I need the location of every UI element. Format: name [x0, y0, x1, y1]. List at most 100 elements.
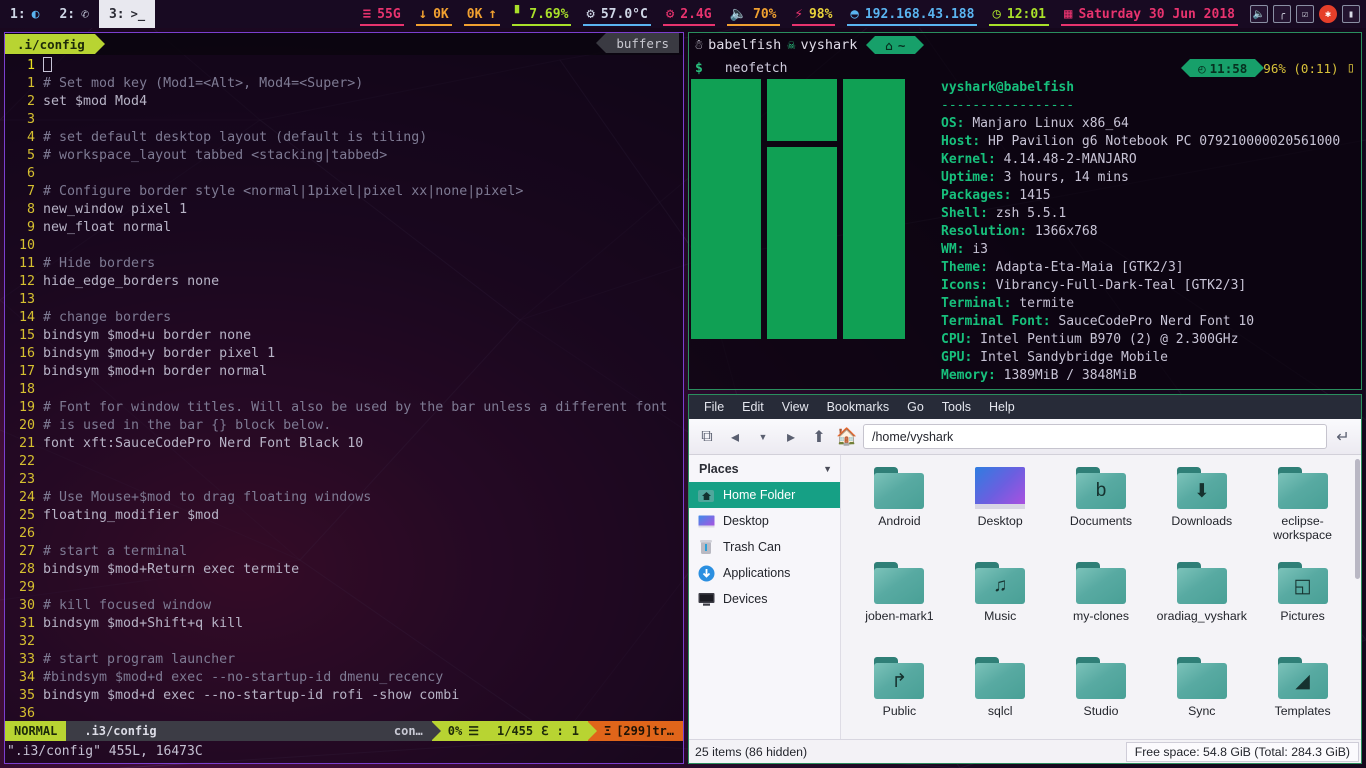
file-item[interactable]: joben-mark1	[849, 556, 950, 651]
line-icon: ℇ	[541, 724, 548, 738]
neofetch-colon: :	[980, 260, 996, 275]
neofetch-colon: :	[1019, 224, 1035, 239]
file-item[interactable]: my-clones	[1051, 556, 1152, 651]
neofetch-value: Adapta-Eta-Maia [GTK2/3]	[996, 260, 1184, 275]
vim-line-number: 6	[5, 165, 35, 183]
tray-volume-icon[interactable]: 🔈	[1250, 5, 1268, 23]
tray-clipboard-icon[interactable]: ☑	[1296, 5, 1314, 23]
menu-item-file[interactable]: File	[695, 397, 733, 417]
place-item-home-folder[interactable]: Home Folder	[689, 482, 840, 508]
places-header[interactable]: Places ▼	[689, 455, 840, 482]
net-down-underline	[416, 24, 452, 26]
menu-item-go[interactable]: Go	[898, 397, 933, 417]
workspace-button-1[interactable]: 1: ◐	[0, 0, 49, 28]
place-item-applications[interactable]: Applications	[689, 560, 840, 586]
vim-line-number: 20	[5, 417, 35, 435]
vim-filename-segment: .i3/config	[66, 721, 385, 741]
vim-line: 29	[5, 579, 683, 597]
file-manager-window[interactable]: File Edit View Bookmarks Go Tools Help ⧉ ◂ ▼ ▸…	[688, 394, 1362, 764]
file-item[interactable]: sqlcl	[950, 651, 1051, 739]
menu-item-help[interactable]: Help	[980, 397, 1024, 417]
workspace-button-2[interactable]: 2: ✆	[49, 0, 98, 28]
terminal-command-line[interactable]: $ neofetch ◴ 11:58 96% (0:11) ▯	[689, 57, 1361, 79]
folder-icon	[1076, 657, 1126, 699]
terminal-command: neofetch	[725, 61, 788, 76]
database-icon: ≡	[363, 7, 371, 21]
vim-line-text: # set default desktop layout (default is…	[43, 129, 427, 147]
status-block-date[interactable]: ▦ Saturday 30 Jun 2018	[1055, 0, 1244, 28]
place-item-trash-can[interactable]: Trash Can	[689, 534, 840, 560]
status-block-cpu[interactable]: ⚙ 2.4G	[657, 0, 721, 28]
file-item[interactable]: Studio	[1051, 651, 1152, 739]
vim-tab-config[interactable]: .i/config	[5, 34, 95, 54]
date-underline	[1061, 24, 1238, 26]
terminal-window[interactable]: ☃ babelfish ☠ vyshark ⌂ ~ $ neofetch ◴ 1…	[688, 32, 1362, 390]
places-list: Home Folder Desktop Trash Can Applications D…	[689, 482, 840, 612]
vim-line: 1 # Set mod key (Mod1=<Alt>, Mod4=<Super>…	[5, 75, 683, 93]
vim-command-line[interactable]: ".i3/config" 455L, 16473C	[5, 743, 683, 761]
neofetch-key: Memory	[941, 368, 988, 383]
file-grid[interactable]: Android Desktop ὜b Documents ⬇ Downloads eclip…	[841, 455, 1361, 739]
file-grid-scrollbar[interactable]	[1355, 459, 1360, 579]
place-item-devices[interactable]: Devices	[689, 586, 840, 612]
menu-item-view[interactable]: View	[773, 397, 818, 417]
workspace-1-label: 1:	[10, 7, 26, 22]
forward-icon[interactable]: ▸	[779, 425, 803, 449]
status-block-memory[interactable]: ▘ 7.69%	[506, 0, 578, 28]
net-up-underline	[464, 24, 500, 26]
file-item[interactable]: oradiag_vyshark	[1151, 556, 1252, 651]
new-tab-icon[interactable]: ⧉	[695, 425, 719, 449]
file-item[interactable]: eclipse-workspace	[1252, 461, 1353, 556]
file-item[interactable]: ⬇ Downloads	[1151, 461, 1252, 556]
vim-line-number: 24	[5, 489, 35, 507]
vim-line-number: 35	[5, 687, 35, 705]
home-icon[interactable]: 🏠	[835, 425, 859, 449]
status-block-temperature[interactable]: ⚙ 57.0°C	[577, 0, 656, 28]
status-block-net-down[interactable]: ↓ 0K	[410, 0, 458, 28]
vim-window[interactable]: .i/config buffers 1 1 # Set mod key (Mod1…	[4, 32, 684, 764]
back-icon[interactable]: ◂	[723, 425, 747, 449]
vim-line-number: 9	[5, 219, 35, 237]
status-block-net-up[interactable]: 0K ↑	[458, 0, 506, 28]
tray-device-icon[interactable]: ▮	[1342, 5, 1360, 23]
vim-text-area[interactable]: 1 1 # Set mod key (Mod1=<Alt>, Mod4=<Supe…	[5, 55, 683, 723]
path-input[interactable]: /home/vyshark	[863, 424, 1327, 449]
file-item[interactable]: Sync	[1151, 651, 1252, 739]
status-block-clock[interactable]: ◷ 12:01	[983, 0, 1055, 28]
up-icon[interactable]: ⬆	[807, 425, 831, 449]
status-block-battery[interactable]: ⚡ 98%	[786, 0, 842, 28]
menu-item-bookmarks[interactable]: Bookmarks	[818, 397, 899, 417]
vim-tabline: .i/config buffers	[5, 33, 683, 55]
menu-item-tools[interactable]: Tools	[933, 397, 980, 417]
status-block-disk[interactable]: ≡ 55G	[354, 0, 410, 28]
file-item[interactable]: ◱ Pictures	[1252, 556, 1353, 651]
vim-line-number: 8	[5, 201, 35, 219]
tray-signal-icon[interactable]: ╭	[1273, 5, 1291, 23]
vim-line: 18	[5, 381, 683, 399]
workspace-button-3[interactable]: 3: >_	[99, 0, 155, 28]
path-go-icon[interactable]: ↵	[1331, 425, 1355, 449]
downloads-folder-icon: ⬇	[1177, 467, 1227, 509]
status-block-wifi[interactable]: ◓ 192.168.43.188	[841, 0, 983, 28]
documents-folder-icon: ὜b	[1076, 467, 1126, 509]
vim-buffers-text: buffers	[616, 36, 669, 51]
temperature-underline	[583, 24, 650, 26]
file-item[interactable]: Desktop	[950, 461, 1051, 556]
file-item[interactable]: ὜b Documents	[1051, 461, 1152, 556]
plug-icon: ⚡	[795, 7, 803, 21]
file-item[interactable]: ◢ Templates	[1252, 651, 1353, 739]
chevron-down-icon[interactable]: ▼	[823, 464, 832, 474]
folder-icon	[1177, 657, 1227, 699]
file-item[interactable]: ↱ Public	[849, 651, 950, 739]
status-block-volume[interactable]: 🔈 70%	[721, 0, 786, 28]
neofetch-key: Kernel	[941, 152, 988, 167]
history-dropdown-icon[interactable]: ▼	[751, 425, 775, 449]
tray-update-icon[interactable]: ✱	[1319, 5, 1337, 23]
file-item[interactable]: ♫ Music	[950, 556, 1051, 651]
neofetch-value: i3	[972, 242, 988, 257]
place-item-desktop[interactable]: Desktop	[689, 508, 840, 534]
disk-underline	[360, 24, 404, 26]
vim-buffers-label[interactable]: buffers	[606, 33, 679, 53]
menu-item-edit[interactable]: Edit	[733, 397, 773, 417]
file-item[interactable]: Android	[849, 461, 950, 556]
